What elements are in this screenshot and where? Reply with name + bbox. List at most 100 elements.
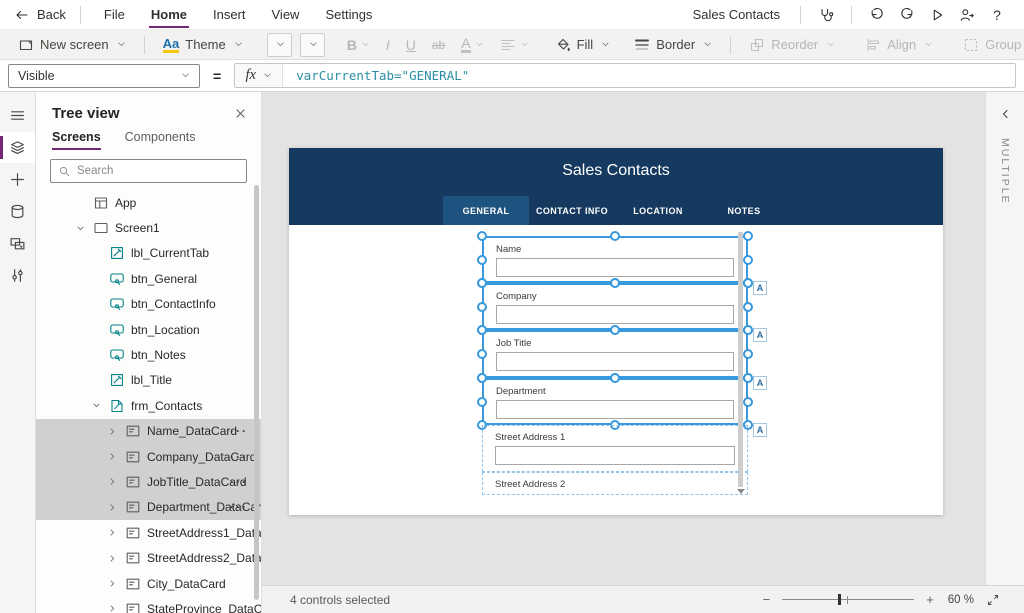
item-options-button[interactable]: ···: [230, 450, 248, 464]
fx-button[interactable]: fx: [235, 64, 283, 87]
chevron-right-icon[interactable]: [108, 528, 124, 537]
rail-media-button[interactable]: [0, 228, 35, 259]
chevron-right-icon[interactable]: [108, 554, 124, 563]
font-size-dropdown[interactable]: [300, 33, 325, 57]
tree-item-frm_Contacts[interactable]: frm_Contacts: [36, 393, 261, 418]
tree-item-City_DataCard[interactable]: City_DataCard: [36, 571, 261, 596]
tree-item-StreetAddress1_DataCard[interactable]: StreetAddress1_DataCard: [36, 520, 261, 545]
search-input[interactable]: Search: [50, 159, 247, 183]
play-button[interactable]: [922, 2, 952, 28]
app-checker-button[interactable]: [811, 2, 841, 28]
zoom-slider-thumb[interactable]: [838, 594, 841, 605]
zoom-slider[interactable]: [782, 599, 914, 600]
text-control-badge[interactable]: A: [753, 281, 767, 295]
scroll-down-arrow-icon[interactable]: [737, 489, 745, 494]
zoom-in-button[interactable]: +: [926, 592, 934, 607]
selection-handle[interactable]: [477, 255, 487, 265]
tree-item-StreetAddress2_DataCard[interactable]: StreetAddress2_DataCard: [36, 545, 261, 570]
strikethrough-button[interactable]: ab: [424, 30, 453, 60]
text-control-badge[interactable]: A: [753, 328, 767, 342]
selection-handle[interactable]: [743, 231, 753, 241]
datacard-name[interactable]: Name: [482, 236, 748, 283]
selection-handle[interactable]: [743, 255, 753, 265]
rail-data-button[interactable]: [0, 196, 35, 227]
chevron-down-icon[interactable]: [76, 224, 92, 233]
selection-handle[interactable]: [477, 397, 487, 407]
back-button[interactable]: Back: [14, 7, 66, 23]
tree-item-btn_General[interactable]: btn_General: [36, 266, 261, 291]
group-button[interactable]: Group: [955, 30, 1024, 60]
tree-item-lbl_Title[interactable]: lbl_Title: [36, 368, 261, 393]
datacard-street-address-1[interactable]: Street Address 1: [482, 425, 748, 472]
menu-home[interactable]: Home: [138, 0, 200, 30]
tree-item-btn_Notes[interactable]: btn_Notes: [36, 342, 261, 367]
menu-settings[interactable]: Settings: [312, 0, 385, 30]
text-control-badge[interactable]: A: [753, 376, 767, 390]
text-input[interactable]: [496, 400, 734, 419]
selection-handle[interactable]: [477, 231, 487, 241]
tree-item-btn_ContactInfo[interactable]: btn_ContactInfo: [36, 292, 261, 317]
item-options-button[interactable]: ···: [230, 424, 248, 438]
text-input[interactable]: [495, 446, 735, 465]
rail-tree-view-button[interactable]: [0, 132, 35, 163]
chevron-right-icon[interactable]: [108, 503, 124, 512]
item-options-button[interactable]: ···: [230, 475, 248, 489]
tree-tab-screens[interactable]: Screens: [52, 130, 101, 150]
datacard-department[interactable]: Department: [482, 378, 748, 425]
selection-handle[interactable]: [610, 325, 620, 335]
datacard-street-address-2[interactable]: Street Address 2: [482, 472, 748, 495]
app-screen[interactable]: Sales Contacts GENERALCONTACT INFOLOCATI…: [289, 148, 943, 515]
tree-item-JobTitle_DataCard[interactable]: JobTitle_DataCard···: [36, 469, 261, 494]
form-scrollbar[interactable]: [738, 232, 743, 487]
close-icon[interactable]: [234, 107, 247, 120]
font-color-button[interactable]: A: [453, 30, 491, 60]
fill-button[interactable]: Fill: [547, 30, 619, 60]
new-screen-button[interactable]: New screen: [10, 30, 134, 60]
rail-insert-button[interactable]: [0, 164, 35, 195]
selection-handle[interactable]: [743, 349, 753, 359]
selection-handle[interactable]: [743, 373, 753, 383]
text-align-button[interactable]: [492, 30, 537, 60]
chevron-right-icon[interactable]: [108, 477, 124, 486]
selection-handle[interactable]: [477, 373, 487, 383]
tree-item-btn_Location[interactable]: btn_Location: [36, 317, 261, 342]
selection-handle[interactable]: [477, 302, 487, 312]
redo-button[interactable]: [892, 2, 922, 28]
selection-handle[interactable]: [743, 397, 753, 407]
selection-handle[interactable]: [610, 278, 620, 288]
italic-button[interactable]: I: [378, 30, 398, 60]
selection-handle[interactable]: [610, 231, 620, 241]
tree-item-Screen1[interactable]: Screen1: [36, 215, 261, 240]
chevron-right-icon[interactable]: [108, 604, 124, 613]
datacard-company[interactable]: Company: [482, 283, 748, 330]
selection-handle[interactable]: [743, 302, 753, 312]
selection-handle[interactable]: [477, 278, 487, 288]
tree-item-StateProvince_DataCard[interactable]: StateProvince_DataCard: [36, 596, 261, 613]
menu-insert[interactable]: Insert: [200, 0, 259, 30]
rail-advanced-tools-button[interactable]: [0, 260, 35, 291]
selection-handle[interactable]: [743, 278, 753, 288]
reorder-button[interactable]: Reorder: [741, 30, 843, 60]
tree-item-Company_DataCard[interactable]: Company_DataCard···: [36, 444, 261, 469]
undo-button[interactable]: [862, 2, 892, 28]
border-button[interactable]: Border: [626, 30, 720, 60]
chevron-right-icon[interactable]: [108, 579, 124, 588]
help-button[interactable]: ?: [982, 2, 1012, 28]
item-options-button[interactable]: ···: [230, 500, 248, 514]
fit-to-window-button[interactable]: [986, 593, 1000, 607]
share-user-button[interactable]: [952, 2, 982, 28]
text-control-badge[interactable]: A: [753, 423, 767, 437]
expand-properties-button[interactable]: [999, 108, 1011, 120]
text-input[interactable]: [496, 258, 734, 277]
tree-item-lbl_CurrentTab[interactable]: lbl_CurrentTab: [36, 241, 261, 266]
underline-button[interactable]: U: [398, 30, 424, 60]
chevron-down-icon[interactable]: [92, 401, 108, 410]
tree-tab-components[interactable]: Components: [125, 130, 196, 150]
selection-handle[interactable]: [743, 325, 753, 335]
tree-item-Name_DataCard[interactable]: Name_DataCard···: [36, 419, 261, 444]
selection-handle[interactable]: [610, 373, 620, 383]
align-button[interactable]: Align: [857, 30, 941, 60]
selection-handle[interactable]: [477, 325, 487, 335]
text-input[interactable]: [496, 305, 734, 324]
chevron-right-icon[interactable]: [108, 427, 124, 436]
